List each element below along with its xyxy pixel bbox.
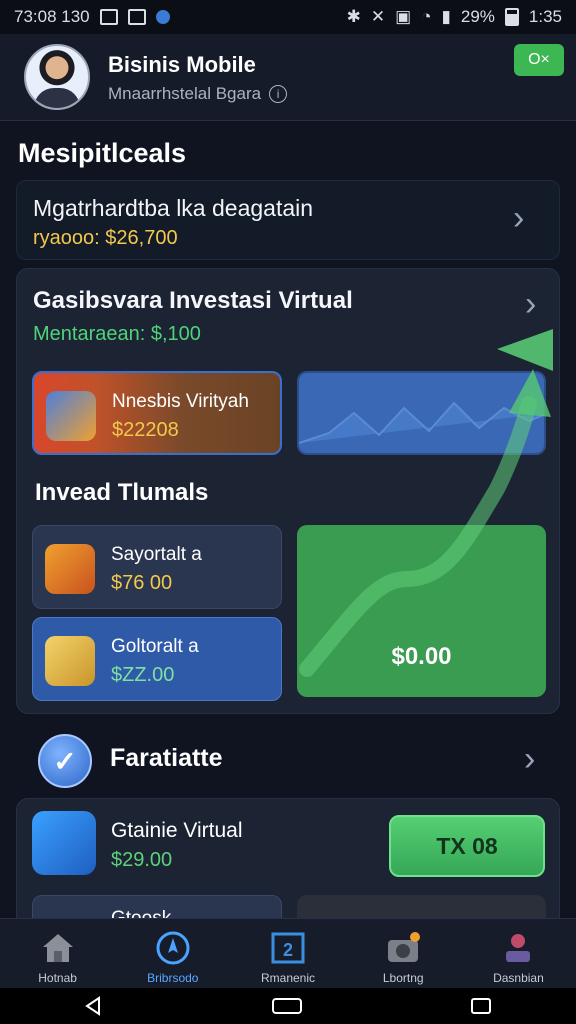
briefcase-icon	[45, 544, 95, 594]
growth-arrow-icon	[299, 329, 553, 677]
wallet-icon	[46, 391, 96, 441]
nav-explore[interactable]: Bribrsodo	[115, 919, 230, 989]
investment-subtitle: Mentaraean: $,100	[33, 323, 201, 345]
app-header: Bisinis Mobile Mnaarrhstelal Bgara i O×	[0, 34, 576, 121]
avatar[interactable]	[24, 44, 90, 110]
subtitle-text: Mnaarrhstelal Bgara	[108, 84, 262, 103]
fund-item-1[interactable]: Sayortalt a $76 00	[32, 525, 282, 609]
bottom-nav: Hotnab Bribrsodo 2 Rmanenic Lbortng Dasn…	[0, 918, 576, 989]
notification-icon	[127, 9, 146, 25]
nav-label: Dasnbian	[493, 971, 544, 985]
summary-value: ryaooo: $26,700	[33, 227, 178, 249]
status-clock-right: 1:35	[528, 7, 562, 26]
nav-label: Hotnab	[38, 971, 77, 985]
chevron-right-icon: ›	[513, 199, 525, 237]
bluetooth-icon: ✱	[346, 7, 361, 26]
checkmark-icon: ✓	[38, 734, 92, 788]
status-time: 73:08 130	[14, 7, 90, 26]
info-icon[interactable]: i	[269, 85, 288, 103]
nav-calendar[interactable]: 2 Rmanenic	[230, 919, 345, 989]
fund-item-2[interactable]: Goltoralt a $ZZ.00	[32, 617, 282, 701]
compass-icon	[156, 931, 190, 965]
virtual-card-value: $22208	[112, 419, 179, 441]
exchange-icon	[32, 811, 96, 875]
camera-icon	[388, 932, 421, 962]
signal-icon: ▮	[441, 7, 451, 26]
battery-percent: 29%	[460, 7, 495, 26]
list-item-label: Gtainie Virtual	[111, 819, 243, 842]
notification-icon	[99, 9, 118, 25]
mute-icon: ✕	[370, 7, 386, 26]
battery-icon	[504, 8, 519, 26]
system-nav-bar	[0, 988, 576, 1024]
transaction-button[interactable]: TX 08	[389, 815, 545, 877]
coin-icon	[45, 636, 95, 686]
section-title: Mesipitlceals	[18, 138, 187, 168]
fund-item-value: $ZZ.00	[111, 664, 175, 686]
summary-card[interactable]: Mgatrhardtba lka deagatain ryaooo: $26,7…	[16, 180, 560, 260]
ok-button[interactable]: O×	[514, 44, 564, 76]
calendar-icon: 2	[271, 932, 305, 964]
funds-title: Invead Tlumals	[35, 479, 209, 506]
list-item-value: $29.00	[111, 849, 173, 871]
app-notification-icon	[155, 10, 170, 24]
virtual-investment-card[interactable]: Nnesbis Virityah $22208	[32, 371, 282, 455]
status-bar: 73:08 130 ✱ ✕ ▣ ◔ ▮ 29% 1:35	[0, 0, 576, 34]
recents-icon[interactable]	[470, 997, 492, 1015]
app-title: Bisinis Mobile	[108, 52, 256, 77]
investment-panel: Gasibsvara Investasi Virtual Mentaraean:…	[16, 268, 560, 714]
chevron-right-icon: ›	[524, 740, 536, 778]
nav-home[interactable]: Hotnab	[0, 919, 115, 989]
svg-text:2: 2	[283, 940, 293, 960]
profile-icon	[506, 934, 531, 962]
wifi-icon: ◔	[421, 7, 432, 26]
home-button-icon[interactable]	[271, 997, 303, 1015]
nav-label: Lbortng	[382, 971, 424, 985]
virtual-card-label: Nnesbis Virityah	[112, 391, 249, 412]
home-icon	[42, 934, 73, 962]
favorites-label: Faratiatte	[110, 744, 223, 772]
favorites-row[interactable]: ✓ Faratiatte ›	[0, 728, 576, 790]
summary-title: Mgatrhardtba lka deagatain	[33, 195, 314, 221]
nfc-icon: ▣	[395, 7, 412, 26]
back-icon[interactable]	[84, 996, 104, 1016]
fund-item-label: Goltoralt a	[111, 636, 199, 657]
nav-camera[interactable]: Lbortng	[346, 919, 461, 989]
list-panel: Gtainie Virtual $29.00 TX 08 Gtoosk	[16, 798, 560, 938]
nav-label: Bribrsodo	[147, 971, 199, 985]
fund-item-label: Sayortalt a	[111, 544, 202, 565]
nav-label: Rmanenic	[260, 971, 316, 985]
fund-item-value: $76 00	[111, 572, 173, 594]
nav-profile[interactable]: Dasnbian	[461, 919, 576, 989]
app-subtitle: Mnaarrhstelal Bgara i	[108, 84, 288, 104]
